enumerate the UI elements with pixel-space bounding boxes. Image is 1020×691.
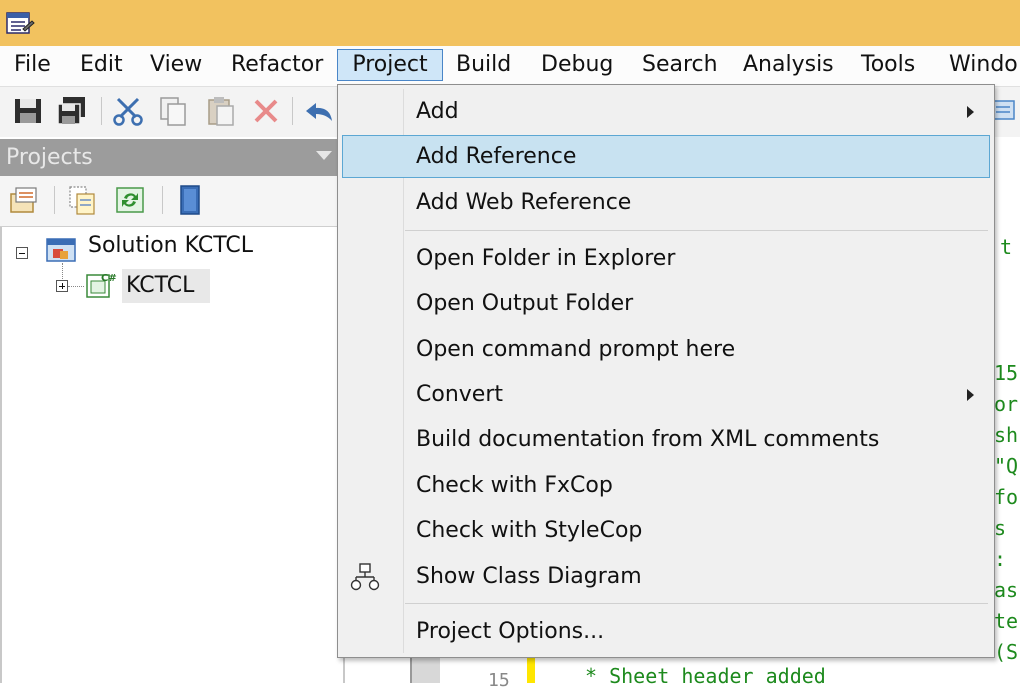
code-fragment: te — [994, 609, 1019, 633]
refresh-icon[interactable] — [114, 184, 146, 216]
solution-label[interactable]: Solution KCTCL — [88, 231, 253, 261]
projects-pad-title: Projects — [6, 145, 93, 170]
projects-pad-header: Projects — [0, 139, 345, 176]
submenu-arrow-icon — [967, 389, 974, 401]
code-fragment: sh — [994, 423, 1019, 447]
code-fragment: (S — [994, 640, 1019, 664]
save-icon[interactable] — [12, 95, 44, 127]
menu-item-label: Show Class Diagram — [416, 564, 642, 589]
copy-icon[interactable] — [157, 95, 189, 127]
code-fragment: s — [994, 516, 1007, 540]
code-fragment: fo — [994, 485, 1019, 509]
title-bar — [0, 0, 1020, 46]
menu-item-label: Check with FxCop — [416, 473, 613, 498]
menu-item-build-documentation[interactable]: Build documentation from XML comments — [342, 418, 990, 461]
menu-item-open-command-prompt[interactable]: Open command prompt here — [342, 328, 990, 371]
undo-icon[interactable] — [302, 95, 334, 127]
app-icon — [6, 12, 35, 34]
projects-pad-toolbar — [0, 176, 345, 227]
menu-item-label: Build documentation from XML comments — [416, 427, 880, 452]
menu-project[interactable]: Project — [337, 49, 443, 81]
solution-tree: Solution KCTCL C# KCTCL — [0, 227, 345, 683]
svg-text:C#: C# — [101, 273, 117, 284]
menu-item-label: Open Output Folder — [416, 291, 634, 316]
toolbar-separator — [292, 97, 293, 125]
menu-item-add-reference[interactable]: Add Reference — [342, 135, 990, 178]
code-fragment: "Q — [994, 454, 1019, 478]
menu-analysis[interactable]: Analysis — [737, 49, 840, 81]
tree-connector — [68, 286, 84, 287]
menu-item-convert[interactable]: Convert — [342, 373, 990, 416]
menu-bar: File Edit View Refactor Project Build De… — [0, 46, 1020, 87]
menu-build[interactable]: Build — [450, 49, 517, 81]
menu-item-open-folder-in-explorer[interactable]: Open Folder in Explorer — [342, 237, 990, 280]
collapse-all-icon[interactable] — [174, 184, 206, 216]
code-fragment: or — [994, 392, 1019, 416]
menu-item-check-stylecop[interactable]: Check with StyleCop — [342, 509, 990, 552]
show-all-files-icon[interactable] — [66, 184, 98, 216]
change-marker — [527, 656, 535, 683]
submenu-arrow-icon — [967, 106, 974, 118]
code-line: * Sheet header added — [585, 664, 826, 688]
line-number: 15 — [488, 670, 510, 691]
toolbar-separator — [101, 97, 102, 125]
menu-item-label: Open Folder in Explorer — [416, 246, 676, 271]
project-menu: Add Add Reference Add Web Reference Open… — [337, 84, 995, 658]
menu-item-label: Check with StyleCop — [416, 518, 643, 543]
menu-item-label: Add Reference — [416, 144, 577, 169]
menu-item-label: Project Options... — [416, 619, 605, 644]
cut-icon[interactable] — [112, 95, 144, 127]
menu-separator — [405, 603, 988, 604]
code-fragment: : — [994, 547, 1007, 571]
class-diagram-icon — [350, 563, 380, 591]
menu-item-open-output-folder[interactable]: Open Output Folder — [342, 282, 990, 325]
menu-item-label: Add — [416, 99, 459, 124]
menu-search[interactable]: Search — [636, 49, 724, 81]
menu-item-project-options[interactable]: Project Options... — [342, 610, 990, 653]
project-properties-icon[interactable] — [8, 184, 40, 216]
menu-debug[interactable]: Debug — [535, 49, 619, 81]
menu-window[interactable]: Windo — [943, 49, 1020, 81]
menu-item-add[interactable]: Add — [342, 90, 990, 133]
code-fragment: t — [1000, 235, 1013, 259]
csharp-project-icon: C# — [86, 273, 117, 298]
editor-gutter — [410, 656, 440, 683]
menu-separator — [405, 230, 988, 231]
save-all-icon[interactable] — [56, 95, 88, 127]
code-fragment: as — [994, 578, 1019, 602]
menu-item-label: Open command prompt here — [416, 337, 736, 362]
paste-icon[interactable] — [205, 95, 237, 127]
code-fragment: 15 — [994, 361, 1019, 385]
menu-refactor[interactable]: Refactor — [225, 49, 329, 81]
toolbar-separator — [54, 186, 55, 214]
solution-icon — [46, 238, 76, 262]
menu-item-label: Add Web Reference — [416, 190, 632, 215]
menu-item-label: Convert — [416, 382, 503, 407]
menu-item-add-web-reference[interactable]: Add Web Reference — [342, 181, 990, 224]
menu-tools[interactable]: Tools — [855, 49, 921, 81]
delete-icon[interactable] — [250, 95, 282, 127]
menu-view[interactable]: View — [144, 49, 208, 81]
toolbar-separator — [162, 186, 163, 214]
menu-file[interactable]: File — [8, 49, 57, 81]
project-label[interactable]: KCTCL — [126, 271, 194, 301]
menu-item-check-fxcop[interactable]: Check with FxCop — [342, 464, 990, 507]
menu-edit[interactable]: Edit — [74, 49, 129, 81]
collapse-toggle[interactable] — [16, 247, 28, 259]
menu-item-show-class-diagram[interactable]: Show Class Diagram — [342, 555, 990, 598]
expand-toggle[interactable] — [56, 280, 68, 292]
chevron-down-icon[interactable] — [316, 151, 332, 160]
